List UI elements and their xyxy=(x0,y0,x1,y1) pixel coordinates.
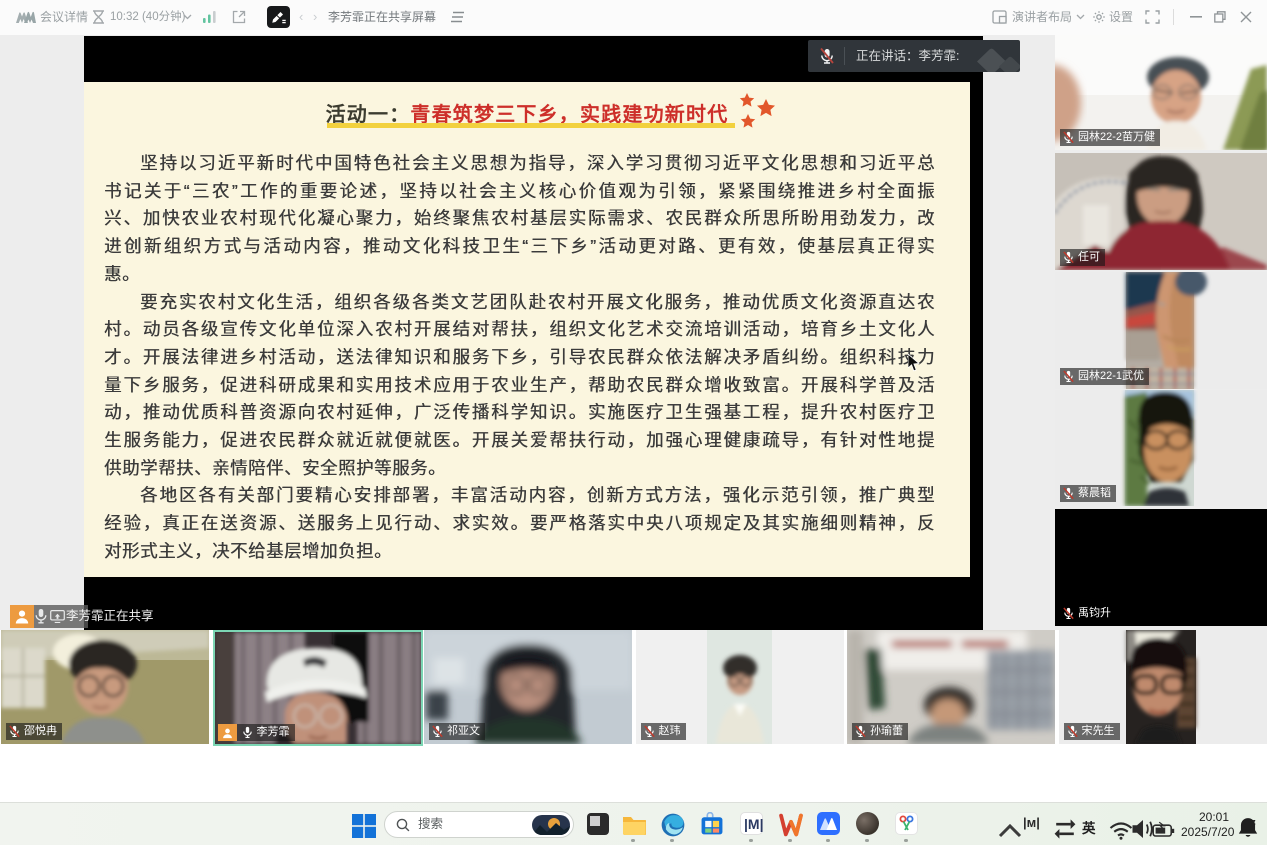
svg-text:z: z xyxy=(1252,816,1256,826)
